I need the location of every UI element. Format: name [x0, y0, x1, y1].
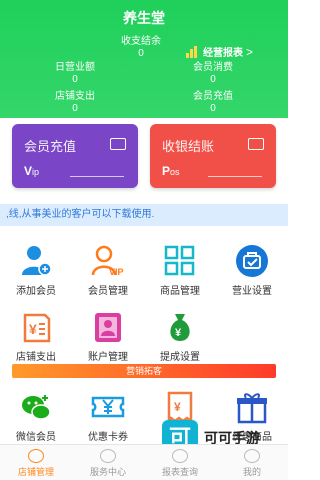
grid-commission-settings[interactable]: ¥ 提成设置 [144, 310, 216, 363]
grid-label: 营业设置 [232, 286, 272, 297]
stat-consume-value: 0 [210, 74, 216, 85]
stat-daily-value: 0 [72, 74, 78, 85]
stat-member-recharge: 会员充值 0 [168, 91, 258, 115]
grid-label: 微信会员 [16, 432, 56, 443]
report-icon [172, 449, 188, 463]
tab-mine[interactable]: 我的 [216, 449, 288, 478]
notice-banner: ,线,从事美业的客户可以下载使用. [0, 204, 288, 226]
bar-chart-icon [186, 45, 200, 58]
grid-label: 优惠卡券 [88, 432, 128, 443]
stat-recharge-label: 会员充值 [193, 91, 233, 102]
business-report-link[interactable]: 经营报表 > [186, 44, 253, 59]
header: 养生堂 收支结余 0 经营报表 > 日营业额 0 会员消费 0 店铺支出 0 会… [0, 0, 288, 118]
pos-text: Pos [162, 164, 180, 178]
svg-text:¥: ¥ [174, 400, 181, 414]
grid-member-manage[interactable]: VIP 会员管理 [72, 244, 144, 297]
grid-label: 提成设置 [160, 352, 200, 363]
stat-store-label: 店铺支出 [55, 91, 95, 102]
money-bag-icon: ¥ [163, 310, 197, 344]
stat-store-value: 0 [72, 103, 78, 114]
account-icon [91, 310, 125, 344]
chevron-right-icon: > [246, 44, 254, 59]
grid-label: 账户管理 [88, 352, 128, 363]
tab-label: 服务中心 [89, 467, 126, 477]
calculator-icon [248, 138, 264, 150]
wechat-icon [19, 390, 53, 424]
gift-icon [235, 390, 269, 424]
add-user-icon [19, 244, 53, 278]
stat-consume-label: 会员消费 [193, 62, 233, 73]
marketing-section-title: 营销拓客 [12, 364, 276, 378]
grid-coupon[interactable]: 优惠卡券 [72, 390, 144, 443]
member-recharge-card-label: 会员充值 [24, 139, 77, 154]
stat-balance-label: 收支结余 [121, 36, 161, 47]
grid-store-expense[interactable]: ¥ 店铺支出 [0, 310, 72, 363]
stat-member-consume: 会员消费 0 [168, 62, 258, 86]
divider-line [208, 176, 262, 177]
tab-label: 报表查询 [161, 467, 198, 477]
expense-icon: ¥ [19, 310, 53, 344]
svg-text:VIP: VIP [109, 267, 124, 277]
checkout-card[interactable]: 收银结账 Pos [150, 124, 276, 188]
profile-icon [244, 449, 260, 463]
card-icon [110, 138, 126, 150]
grid-label: 店铺支出 [16, 352, 56, 363]
stat-balance: 收支结余 0 [96, 36, 186, 60]
stat-balance-value: 0 [138, 48, 144, 59]
stat-daily-label: 日营业额 [55, 62, 95, 73]
grid-wechat-member[interactable]: 微信会员 [0, 390, 72, 443]
settings-bag-icon [235, 244, 269, 278]
member-recharge-card[interactable]: 会员充值 Vip [12, 124, 138, 188]
grid-product-manage[interactable]: 商品管理 [144, 244, 216, 297]
grid-label: 商品管理 [160, 286, 200, 297]
svg-text:¥: ¥ [29, 321, 37, 337]
grid-account-manage[interactable]: 账户管理 [72, 310, 144, 363]
grid-add-member[interactable]: 添加会员 [0, 244, 72, 297]
stat-daily-revenue: 日营业额 0 [30, 62, 120, 86]
vip-text: Vip [24, 164, 40, 178]
svg-text:¥: ¥ [175, 327, 182, 339]
tab-report-query[interactable]: 报表查询 [144, 449, 216, 478]
stat-store-expense: 店铺支出 0 [30, 91, 120, 115]
tab-store-manage[interactable]: 店铺管理 [0, 449, 72, 478]
tab-service-center[interactable]: 服务中心 [72, 449, 144, 478]
grid-label: 会员管理 [88, 286, 128, 297]
bottom-tab-bar: 店铺管理 服务中心 报表查询 我的 [0, 444, 288, 480]
vip-user-icon: VIP [91, 244, 125, 278]
app-title: 养生堂 [123, 10, 165, 26]
coupon-icon [91, 390, 125, 424]
divider-line [70, 176, 124, 177]
tab-label: 我的 [242, 467, 261, 477]
stat-recharge-value: 0 [210, 103, 216, 114]
receipt-icon: ¥ [163, 390, 197, 424]
service-icon [100, 449, 116, 463]
grid-label: 添加会员 [16, 286, 56, 297]
product-grid-icon [163, 244, 197, 278]
checkout-card-label: 收银结账 [162, 139, 215, 154]
business-report-label: 经营报表 [203, 48, 243, 59]
store-icon [28, 449, 44, 463]
tab-label: 店铺管理 [17, 467, 54, 477]
grid-business-settings[interactable]: 营业设置 [216, 244, 288, 297]
